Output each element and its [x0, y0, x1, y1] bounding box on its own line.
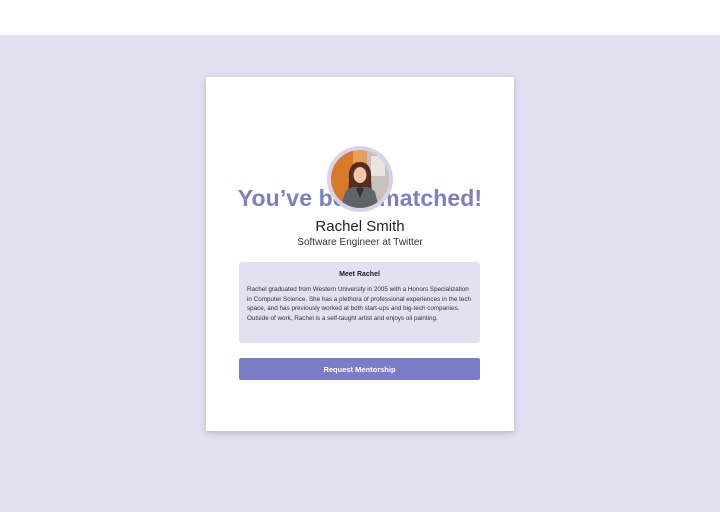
mentor-avatar: [327, 146, 393, 212]
mentor-photo: [331, 150, 389, 208]
profile-photo-icon: [331, 150, 389, 208]
mentor-bio: Meet Rachel Rachel graduated from Wester…: [239, 262, 480, 343]
top-nav-bar: [0, 0, 720, 36]
bio-text: Rachel graduated from Western University…: [247, 286, 472, 322]
request-mentorship-button[interactable]: Request Mentorship: [239, 358, 480, 380]
match-card: You’ve been matched! Rachel Smith Softwa…: [206, 77, 514, 431]
mentor-role: Software Engineer at Twitter: [297, 237, 423, 248]
bio-title: Meet Rachel: [339, 271, 380, 278]
mentor-name: Rachel Smith: [315, 218, 405, 235]
